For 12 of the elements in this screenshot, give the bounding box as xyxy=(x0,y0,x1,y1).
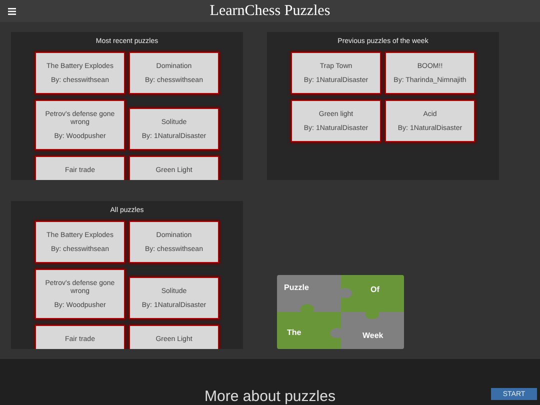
menu-icon[interactable] xyxy=(8,8,16,15)
piece-label: Of xyxy=(370,285,380,294)
piece-label: The xyxy=(287,328,302,337)
footer-heading: More about puzzles xyxy=(204,388,336,405)
site-title: LearnChess Puzzles xyxy=(210,2,330,20)
puzzle-knob xyxy=(364,312,378,319)
puzzle-of-week-drawing[interactable]: Puzzle Of The Week xyxy=(277,275,404,349)
puzzle-knob xyxy=(330,328,340,338)
piece-label: Week xyxy=(362,331,384,340)
puzzle-knob xyxy=(340,288,352,298)
piece-label: Puzzle xyxy=(284,283,309,292)
puzzle-knob xyxy=(300,304,314,312)
